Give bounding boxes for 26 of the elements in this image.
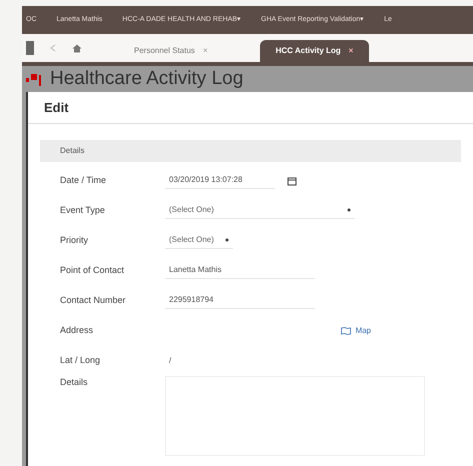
sidebar-toggle[interactable] [26, 41, 34, 55]
input-field[interactable]: 2295918794 [165, 294, 315, 308]
field-label: Contact Number [60, 294, 127, 308]
dialog-title: Edit [44, 98, 69, 117]
map-link[interactable]: Map [341, 325, 371, 337]
field-label: Event Type [60, 204, 106, 218]
field-label: Lat / Long [60, 354, 102, 368]
tab[interactable]: Personnel Status × [118, 40, 224, 62]
input-field[interactable]: Lanetta Mathis [165, 264, 315, 278]
field-label: Address [60, 324, 94, 338]
field-label: Date / Time [60, 174, 108, 188]
date-field[interactable]: 03/20/2019 13:07:28 [165, 174, 275, 188]
section-header: Details [40, 140, 461, 162]
tab[interactable]: HCC Activity Log × [260, 40, 370, 62]
field-label: Point of Contact [60, 264, 126, 278]
coordinates-text: / [168, 355, 172, 367]
home-icon[interactable] [72, 44, 82, 52]
select-field[interactable]: (Select One) [165, 234, 233, 248]
back-icon[interactable] [50, 44, 56, 52]
map-icon [341, 327, 352, 335]
select-field[interactable]: (Select One) [165, 204, 355, 218]
calendar-icon[interactable] [287, 176, 297, 186]
page-title: Healthcare Activity Log [50, 68, 244, 90]
field-label: Priority [60, 234, 90, 248]
field-label: Details [60, 376, 89, 389]
close-icon[interactable]: × [348, 45, 354, 57]
